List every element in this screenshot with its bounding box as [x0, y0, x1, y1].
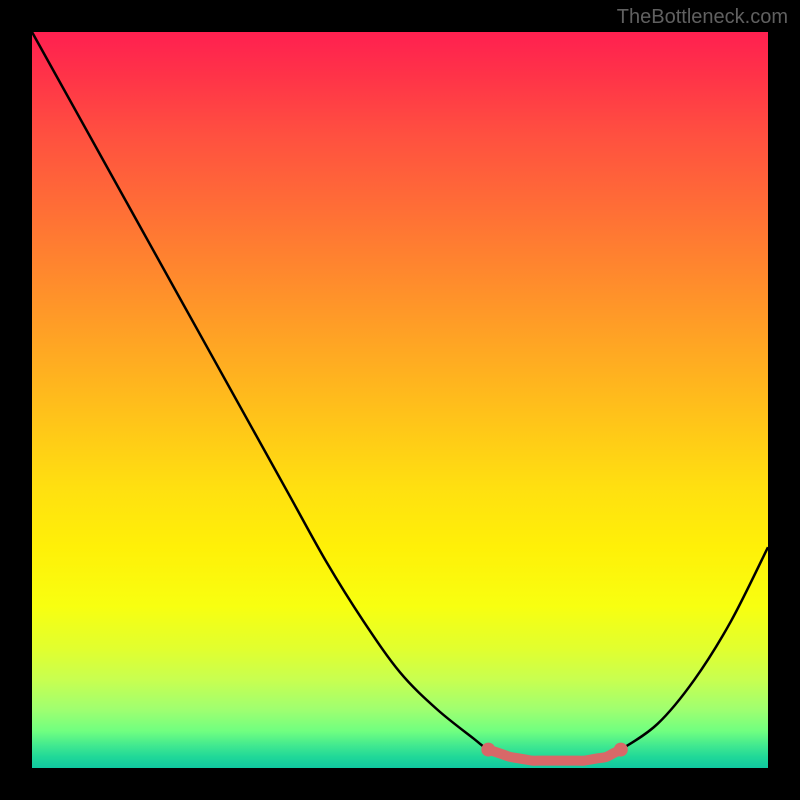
highlight-segment [488, 750, 620, 761]
watermark-text: TheBottleneck.com [617, 6, 788, 29]
highlight-start-dot [481, 743, 495, 757]
highlight-end-dot [614, 743, 628, 757]
chart-container [32, 32, 768, 768]
main-curve [32, 32, 768, 761]
chart-svg [32, 32, 768, 768]
